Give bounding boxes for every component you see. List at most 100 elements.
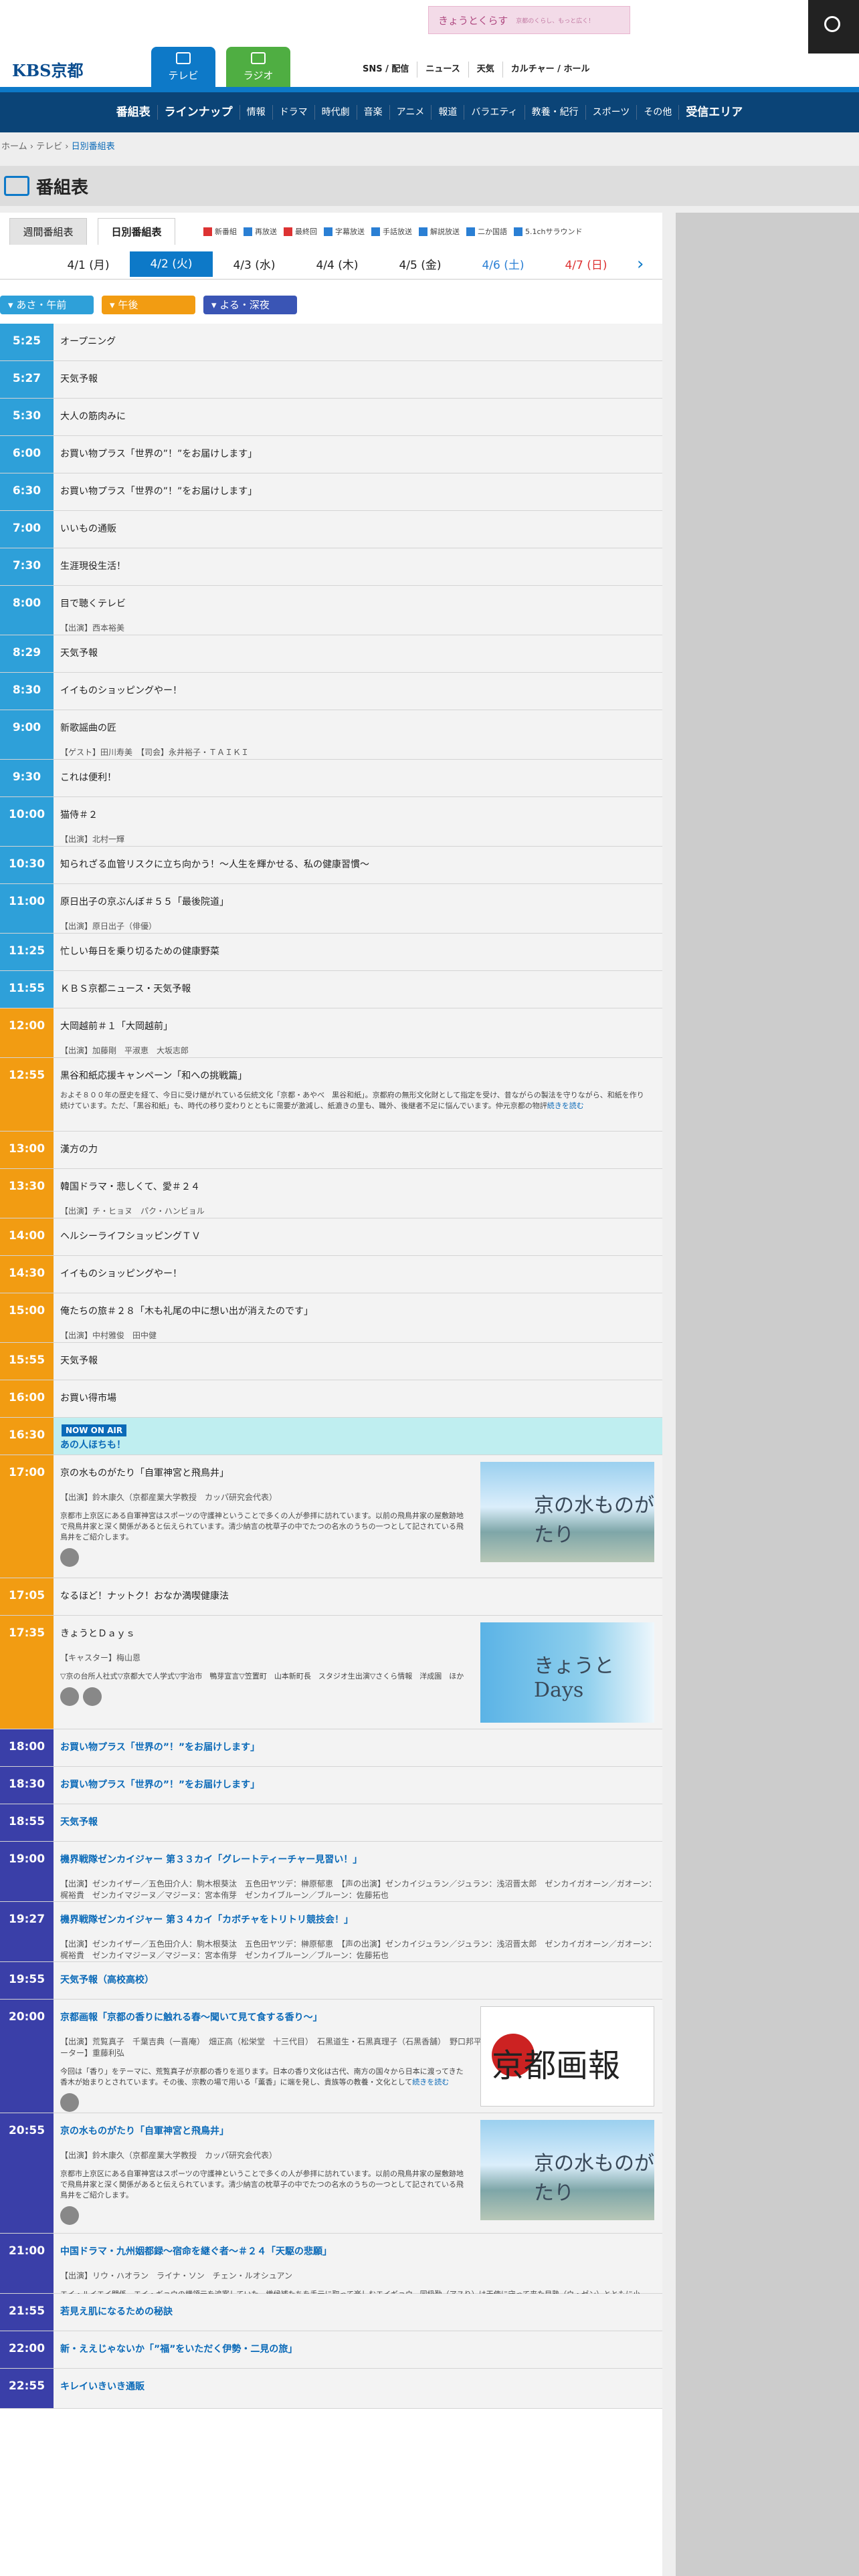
program-row[interactable]: 14:30 イイものショッピングやー！ <box>0 1256 662 1293</box>
program-title[interactable]: お買い物プラス「世界の”！”をお届けします」 <box>60 1778 657 1791</box>
program-row[interactable]: 20:55 京の水ものがたり「自軍神宮と飛鳥井」 【出演】鈴木康久（京都産業大学教授… <box>0 2113 662 2234</box>
program-title[interactable]: 若見え肌になるための秘訣 <box>60 2304 657 2318</box>
program-row[interactable]: 17:00 京の水ものがたり「自軍神宮と飛鳥井」 【出演】鈴木康久（京都産業大学教授… <box>0 1455 662 1578</box>
cat-sports[interactable]: スポーツ <box>585 105 637 120</box>
site-icon[interactable] <box>60 2206 79 2225</box>
program-row[interactable]: 8:30 イイものショッピングやー！ <box>0 673 662 710</box>
program-row[interactable]: 8:29 天気予報 <box>0 635 662 673</box>
slot-night[interactable]: ▾ よる・深夜 <box>203 296 297 314</box>
program-row[interactable]: 20:00 京都画報「京都の香りに触れる春～聞いて見て食する香り～」 【出演】荒覧真… <box>0 2000 662 2113</box>
program-row[interactable]: 15:55 天気予報 <box>0 1343 662 1380</box>
tab-radio[interactable]: ラジオ <box>226 47 290 87</box>
program-thumbnail[interactable]: 京の水ものがたり <box>480 2120 654 2220</box>
program-title[interactable]: キレイいきいき通販 <box>60 2379 657 2393</box>
program-title[interactable]: 機界戦隊ゼンカイジャー 第３３カイ「グレートティーチャー見習い！」 <box>60 1852 657 1866</box>
program-row[interactable]: 21:55 若見え肌になるための秘訣 <box>0 2294 662 2331</box>
program-title[interactable]: オープニング <box>60 334 657 348</box>
program-row[interactable]: 9:30 これは便利！ <box>0 760 662 797</box>
kyoto-kurasu-banner[interactable]: きょうとくらす 京都のくらし、もっと広く！ <box>428 6 630 34</box>
program-row[interactable]: 19:55 天気予報（高校高校） <box>0 1962 662 2000</box>
search-button[interactable] <box>808 0 859 53</box>
program-title[interactable]: 原日出子の京ぶんぼ＃５５「最後院道」 <box>60 895 657 908</box>
program-title[interactable]: イイものショッピングやー！ <box>60 1267 657 1280</box>
date-0402[interactable]: 4/2 (火) <box>130 251 213 277</box>
program-title[interactable]: 天気予報 <box>60 1354 657 1367</box>
cat-schedule[interactable]: 番組表 <box>110 105 157 120</box>
program-title[interactable]: 韓国ドラマ・悲しくて、愛＃２４ <box>60 1180 657 1193</box>
program-title[interactable]: お買い物プラス「世界の”！”をお届けします」 <box>60 1740 657 1753</box>
program-title[interactable]: 機界戦隊ゼンカイジャー 第３４カイ「カボチャをトリトリ競技会！」 <box>60 1913 657 1926</box>
program-title[interactable]: これは便利！ <box>60 770 657 784</box>
slot-morning[interactable]: ▾ あさ・午前 <box>0 296 94 314</box>
next-arrow-icon[interactable]: › <box>637 254 644 274</box>
program-row[interactable]: 18:00 お買い物プラス「世界の”！”をお届けします」 <box>0 1729 662 1767</box>
cat-area[interactable]: 受信エリア <box>678 105 749 120</box>
program-row[interactable]: 16:00 お買い得市場 <box>0 1380 662 1418</box>
program-title[interactable]: お買い得市場 <box>60 1391 657 1404</box>
program-row[interactable]: 22:00新・ええじゃないか「”福”をいただく伊勢・二見の旅」【出演】チャンカワ… <box>0 2331 662 2378</box>
tab-daily[interactable]: 日別番組表 <box>98 218 175 245</box>
program-row[interactable]: 17:05 なるほど！ナットク！おなか満喫健康法 <box>0 1578 662 1616</box>
program-thumbnail[interactable]: 京都画報 <box>480 2006 654 2107</box>
program-row[interactable]: 10:00 猫侍＃２ 【出演】北村一輝 <box>0 797 662 847</box>
program-row[interactable]: 18:30 お買い物プラス「世界の”！”をお届けします」 <box>0 1767 662 1804</box>
program-title[interactable]: お買い物プラス「世界の”！”をお届けします」 <box>60 447 657 460</box>
date-0405[interactable]: 4/5 (金) <box>379 255 462 272</box>
program-title[interactable]: お買い物プラス「世界の”！”をお届けします」 <box>60 484 657 498</box>
site-icon[interactable] <box>60 1687 79 1706</box>
program-row[interactable]: 19:27 機界戦隊ゼンカイジャー 第３４カイ「カボチャをトリトリ競技会！」 【出演… <box>0 1902 662 1962</box>
program-title[interactable]: 猫侍＃２ <box>60 808 657 821</box>
program-title[interactable]: 生涯現役生活！ <box>60 559 657 572</box>
program-row[interactable]: 7:30 生涯現役生活！ <box>0 548 662 586</box>
nav-news[interactable]: ニュース <box>417 62 468 78</box>
cat-info[interactable]: 情報 <box>239 105 272 120</box>
program-row[interactable]: 8:00 目で聴くテレビ 【出演】西本裕美 <box>0 586 662 635</box>
program-title[interactable]: 俺たちの旅＃２８「木も礼尾の中に想い出が消えたのです」 <box>60 1304 657 1317</box>
program-row[interactable]: 5:25 オープニング <box>0 324 662 361</box>
program-row[interactable]: 11:00 原日出子の京ぶんぼ＃５５「最後院道」 【出演】原日出子（俳優） <box>0 884 662 934</box>
program-row[interactable]: 7:00 いいもの通販 <box>0 511 662 548</box>
program-title[interactable]: あの人ほちも！ <box>60 1438 657 1451</box>
program-row[interactable]: 5:30 大人の筋肉みに <box>0 399 662 436</box>
program-title[interactable]: 黒谷和紙応援キャンペーン「和への挑戦篇」 <box>60 1069 657 1082</box>
date-0407[interactable]: 4/7 (日) <box>545 255 628 272</box>
read-more-link[interactable]: 続きを読む <box>547 1101 584 1110</box>
program-title[interactable]: 天気予報 <box>60 646 657 659</box>
program-title[interactable]: 漢方の力 <box>60 1142 657 1156</box>
program-row[interactable]: 9:00 新歌謡曲の匠 【ゲスト】田川寿美 【司会】永井裕子・ＴＡＩＫＩ <box>0 710 662 760</box>
program-row[interactable]: 12:00 大岡越前＃１「大岡越前」 【出演】加藤剛 平淑恵 大坂志郎 <box>0 1008 662 1058</box>
program-row[interactable]: 6:30 お買い物プラス「世界の”！”をお届けします」 <box>0 473 662 511</box>
slot-afternoon[interactable]: ▾ 午後 <box>102 296 195 314</box>
program-row[interactable]: 21:00 中国ドラマ・九州姻都録～宿命を継ぐ者～＃２４「天駆の悲願」 【出演】リウ… <box>0 2234 662 2309</box>
program-row[interactable]: 18:55 天気予報 <box>0 1804 662 1842</box>
program-title[interactable]: 忙しい毎日を乗り切るための健康野菜 <box>60 944 657 958</box>
program-title[interactable]: 天気予報（高校高校） <box>60 1973 657 1986</box>
cat-music[interactable]: 音楽 <box>356 105 389 120</box>
breadcrumb-tv[interactable]: テレビ <box>36 142 62 152</box>
program-title[interactable]: 大人の筋肉みに <box>60 409 657 423</box>
program-title[interactable]: 大岡越前＃１「大岡越前」 <box>60 1019 657 1033</box>
program-row[interactable]: 15:00 俺たちの旅＃２８「木も礼尾の中に想い出が消えたのです」 【出演】中村雅俊… <box>0 1293 662 1343</box>
program-title[interactable]: なるほど！ナットク！おなか満喫健康法 <box>60 1589 657 1602</box>
date-0403[interactable]: 4/3 (水) <box>213 255 296 272</box>
program-row[interactable]: 12:55 黒谷和紙応援キャンペーン「和への挑戦篇」 およそ８００年の歴史を経て、今… <box>0 1058 662 1132</box>
program-row[interactable]: 13:30 韓国ドラマ・悲しくて、愛＃２４ 【出演】チ・ヒョヌ パク・ハンビョル <box>0 1169 662 1218</box>
program-title[interactable]: 天気予報 <box>60 1815 657 1828</box>
program-title[interactable]: ヘルシーライフショッピングＴＶ <box>60 1229 657 1243</box>
cat-lineup[interactable]: ラインナップ <box>157 105 240 120</box>
breadcrumb-home[interactable]: ホーム <box>1 142 27 152</box>
site-icon[interactable] <box>60 1548 79 1567</box>
cat-other[interactable]: その他 <box>636 105 678 120</box>
cat-variety[interactable]: バラエティ <box>464 105 524 120</box>
program-row[interactable]: 10:30 知られざる血管リスクに立ち向かう！～人生を輝かせる、私の健康習慣～ <box>0 847 662 884</box>
program-thumbnail[interactable]: きょうとDays <box>480 1622 654 1723</box>
date-0404[interactable]: 4/4 (木) <box>296 255 379 272</box>
cat-drama[interactable]: ドラマ <box>272 105 314 120</box>
program-row[interactable]: 17:35 きょうとＤａｙｓ 【キャスター】梅山恩 ▽京の台所人社式▽京都大で人学式▽… <box>0 1616 662 1729</box>
program-title[interactable]: 中国ドラマ・九州姻都録～宿命を継ぐ者～＃２４「天駆の悲願」 <box>60 2244 657 2258</box>
program-row[interactable]: 19:00 機界戦隊ゼンカイジャー 第３３カイ「グレートティーチャー見習い！」 【出… <box>0 1842 662 1902</box>
program-title[interactable]: いいもの通販 <box>60 522 657 535</box>
program-row[interactable]: 16:30 あの人ほちも！ NOW ON AIR <box>0 1418 662 1455</box>
x-icon[interactable] <box>83 1687 102 1706</box>
nav-culture[interactable]: カルチャー / ホール <box>502 62 598 78</box>
